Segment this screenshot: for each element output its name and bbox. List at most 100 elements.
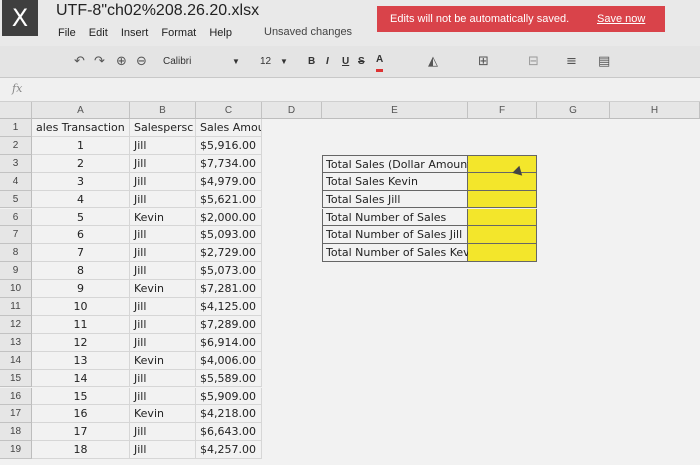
redo-icon[interactable]: ↷ <box>94 52 105 72</box>
amount-cell[interactable]: $4,125.00 <box>196 298 262 316</box>
salesperson-cell[interactable]: Jill <box>130 262 196 281</box>
column-header-d[interactable]: D <box>262 102 322 119</box>
transaction-cell[interactable]: 7 <box>32 244 130 263</box>
header-cell-transaction[interactable]: ales Transaction <box>32 119 130 137</box>
bold-button[interactable]: B <box>308 52 315 72</box>
amount-cell[interactable]: $4,979.00 <box>196 172 262 191</box>
select-all-corner[interactable] <box>0 102 32 119</box>
spreadsheet-grid[interactable]: ABCDEFGH 1 2 3 4 5 6 7 8 9 10 11 12 13 14 15 16 17 18 19 a… <box>0 102 700 465</box>
amount-cell[interactable]: $5,093.00 <box>196 226 262 245</box>
summary-label-cell[interactable]: Total Number of Sales Kevin <box>322 244 480 263</box>
transaction-cell[interactable]: 3 <box>32 172 130 191</box>
amount-cell[interactable]: $5,073.00 <box>196 262 262 281</box>
undo-icon[interactable]: ↶ <box>74 52 85 72</box>
row-header[interactable]: 9 <box>0 262 32 281</box>
column-header-e[interactable]: E <box>322 102 468 119</box>
salesperson-cell[interactable]: Jill <box>130 369 196 388</box>
salesperson-cell[interactable]: Kevin <box>130 405 196 424</box>
borders-icon[interactable]: ⊞ <box>478 52 489 72</box>
summary-label-cell[interactable]: Total Number of Sales <box>322 208 468 227</box>
row-header[interactable]: 14 <box>0 351 32 370</box>
salesperson-cell[interactable]: Kevin <box>130 280 196 298</box>
summary-value-cell[interactable] <box>468 154 537 173</box>
salesperson-cell[interactable]: Jill <box>130 423 196 442</box>
row-header[interactable]: 8 <box>0 244 32 263</box>
amount-cell[interactable]: $7,734.00 <box>196 154 262 173</box>
amount-cell[interactable]: $6,914.00 <box>196 333 262 352</box>
amount-cell[interactable]: $5,589.00 <box>196 369 262 388</box>
menu-format[interactable]: Format <box>161 27 196 39</box>
summary-label-cell[interactable]: Total Sales Jill <box>322 190 468 209</box>
menu-file[interactable]: File <box>58 27 76 39</box>
transaction-cell[interactable]: 17 <box>32 423 130 442</box>
formula-bar[interactable]: fx <box>0 78 700 102</box>
align-icon[interactable]: ▤ <box>598 52 610 72</box>
row-header[interactable]: 11 <box>0 298 32 316</box>
row-header[interactable]: 1 <box>0 119 32 137</box>
amount-cell[interactable]: $6,643.00 <box>196 423 262 442</box>
amount-cell[interactable]: $4,006.00 <box>196 351 262 370</box>
salesperson-cell[interactable]: Jill <box>130 154 196 173</box>
column-header-a[interactable]: A <box>32 102 130 119</box>
app-logo-icon[interactable]: X <box>2 0 38 36</box>
row-header[interactable]: 7 <box>0 226 32 245</box>
fill-color-icon[interactable]: ◭ <box>428 52 438 72</box>
column-header-b[interactable]: B <box>130 102 196 119</box>
summary-label-cell[interactable]: Total Sales (Dollar Amount) <box>322 154 476 173</box>
column-header-g[interactable]: G <box>537 102 610 119</box>
row-header[interactable]: 16 <box>0 387 32 406</box>
row-header[interactable]: 15 <box>0 369 32 388</box>
salesperson-cell[interactable]: Kevin <box>130 351 196 370</box>
transaction-cell[interactable]: 11 <box>32 315 130 334</box>
header-cell-amount[interactable]: Sales Amou <box>196 119 262 137</box>
row-header[interactable]: 10 <box>0 280 32 298</box>
row-header[interactable]: 3 <box>0 154 32 173</box>
document-title[interactable]: UTF-8"ch02%208.26.20.xlsx <box>56 2 259 20</box>
amount-cell[interactable]: $2,729.00 <box>196 244 262 263</box>
transaction-cell[interactable]: 2 <box>32 154 130 173</box>
salesperson-cell[interactable]: Jill <box>130 315 196 334</box>
transaction-cell[interactable]: 15 <box>32 387 130 406</box>
transaction-cell[interactable]: 10 <box>32 298 130 316</box>
salesperson-cell[interactable]: Jill <box>130 190 196 209</box>
amount-cell[interactable]: $7,289.00 <box>196 315 262 334</box>
underline-button[interactable]: U <box>342 52 349 72</box>
transaction-cell[interactable]: 18 <box>32 441 130 460</box>
transaction-cell[interactable]: 9 <box>32 280 130 298</box>
font-color-button[interactable]: A <box>376 52 384 72</box>
zoom-out-icon[interactable]: ⊖ <box>136 52 147 72</box>
salesperson-cell[interactable]: Jill <box>130 441 196 460</box>
salesperson-cell[interactable]: Jill <box>130 387 196 406</box>
save-now-link[interactable]: Save now <box>597 6 645 32</box>
summary-value-cell[interactable] <box>468 208 537 227</box>
zoom-in-icon[interactable]: ⊕ <box>116 52 127 72</box>
amount-cell[interactable]: $4,218.00 <box>196 405 262 424</box>
transaction-cell[interactable]: 12 <box>32 333 130 352</box>
row-header[interactable]: 5 <box>0 190 32 209</box>
summary-value-cell[interactable] <box>468 244 537 263</box>
amount-cell[interactable]: $4,257.00 <box>196 441 262 460</box>
row-header[interactable]: 4 <box>0 172 32 191</box>
chevron-down-icon[interactable]: ▼ <box>280 52 288 72</box>
amount-cell[interactable]: $5,916.00 <box>196 136 262 155</box>
row-header[interactable]: 13 <box>0 333 32 352</box>
amount-cell[interactable]: $5,909.00 <box>196 387 262 406</box>
transaction-cell[interactable]: 14 <box>32 369 130 388</box>
amount-cell[interactable]: $7,281.00 <box>196 280 262 298</box>
summary-value-cell[interactable] <box>468 172 537 191</box>
transaction-cell[interactable]: 5 <box>32 208 130 227</box>
salesperson-cell[interactable]: Jill <box>130 226 196 245</box>
column-header-c[interactable]: C <box>196 102 262 119</box>
strikethrough-button[interactable]: S <box>358 52 365 72</box>
menu-insert[interactable]: Insert <box>121 27 149 39</box>
row-header[interactable]: 12 <box>0 315 32 334</box>
wrap-icon[interactable]: ≡ <box>566 52 577 72</box>
column-header-f[interactable]: F <box>468 102 537 119</box>
salesperson-cell[interactable]: Jill <box>130 172 196 191</box>
header-cell-salesperson[interactable]: Salespersc <box>130 119 196 137</box>
merge-icon[interactable]: ⊟ <box>528 52 539 72</box>
row-header[interactable]: 19 <box>0 441 32 460</box>
chevron-down-icon[interactable]: ▼ <box>232 52 240 72</box>
transaction-cell[interactable]: 1 <box>32 136 130 155</box>
transaction-cell[interactable]: 13 <box>32 351 130 370</box>
